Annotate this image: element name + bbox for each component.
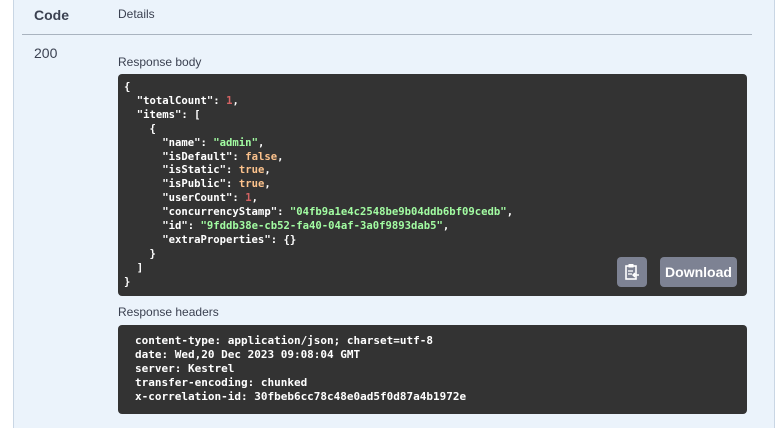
json-line: { — [124, 81, 747, 95]
header-line: date: Wed,20 Dec 2023 09:08:04 GMT — [135, 348, 361, 361]
json-line: "isPublic": true, — [124, 178, 747, 192]
code-column-header: Code — [34, 7, 69, 23]
json-token: , — [442, 220, 450, 233]
json-line: } — [124, 248, 747, 262]
response-status-code: 200 — [34, 45, 58, 61]
json-token: { — [124, 122, 156, 135]
response-body-code[interactable]: { "totalCount": 1, "items": [ { "name": … — [118, 74, 747, 296]
json-token: "id": — [124, 220, 201, 233]
json-token: "extraProperties": {} — [124, 233, 297, 246]
json-token: "name": — [124, 136, 214, 149]
json-token: , — [264, 178, 271, 191]
json-token: , — [506, 206, 514, 219]
json-line: { — [124, 123, 747, 137]
json-token: "isDefault": — [124, 150, 246, 163]
json-line: "id": "9fddb38e-cb52-fa40-04af-3a0f9893d… — [124, 220, 747, 234]
json-line: } — [124, 276, 747, 290]
header-line: transfer-encoding: chunked — [135, 376, 308, 389]
response-headers-code[interactable]: content-type: application/json; charset=… — [118, 325, 747, 414]
json-token: "items": [ — [124, 108, 201, 121]
json-line: "totalCount": 1, — [124, 95, 747, 109]
json-token: true — [238, 178, 265, 191]
json-token: "userCount": — [124, 192, 246, 205]
json-line: ] — [124, 262, 747, 276]
json-token: , — [277, 150, 284, 163]
header-line: content-type: application/json; charset=… — [135, 334, 434, 347]
json-token: "totalCount": — [124, 94, 227, 107]
json-line: "name": "admin", — [124, 137, 747, 151]
json-token: } — [124, 247, 156, 260]
header-line: server: Kestrel — [135, 362, 235, 375]
json-token: , — [232, 94, 239, 107]
json-token: { — [124, 81, 131, 93]
json-line: "isStatic": true, — [124, 164, 747, 178]
json-token: "9fddb38e-cb52-fa40-04af-3a0f9893dab5" — [200, 220, 443, 233]
json-line: "concurrencyStamp": "04fb9a1e4c2548be9b0… — [124, 206, 747, 220]
clipboard-copy-icon — [625, 264, 639, 280]
response-headers-label: Response headers — [118, 305, 219, 319]
copy-to-clipboard-button[interactable] — [617, 257, 647, 287]
header-line: x-correlation-id: 30fbeb6cc78c48e0ad5f0d… — [135, 390, 467, 403]
json-token: "admin" — [213, 136, 258, 149]
json-line: "extraProperties": {} — [124, 234, 747, 248]
json-line: "userCount": 1, — [124, 192, 747, 206]
json-token: , — [251, 192, 258, 205]
json-token: "04fb9a1e4c2548be9b04ddb6bf09cedb" — [289, 206, 507, 219]
response-body-label: Response body — [118, 55, 202, 69]
json-token: false — [245, 150, 278, 163]
json-token: "isPublic": — [124, 178, 239, 191]
json-token: true — [238, 164, 265, 177]
json-token: , — [264, 164, 271, 177]
header-divider — [22, 34, 752, 35]
json-token: , — [257, 136, 265, 149]
json-line: "isDefault": false, — [124, 151, 747, 165]
json-token: "isStatic": — [124, 164, 239, 177]
download-button[interactable]: Download — [660, 257, 737, 287]
details-column-header: Details — [118, 7, 155, 21]
json-token: } — [124, 275, 131, 288]
json-token: "concurrencyStamp": — [124, 206, 290, 219]
json-token: ] — [124, 261, 144, 274]
json-line: "items": [ — [124, 109, 747, 123]
